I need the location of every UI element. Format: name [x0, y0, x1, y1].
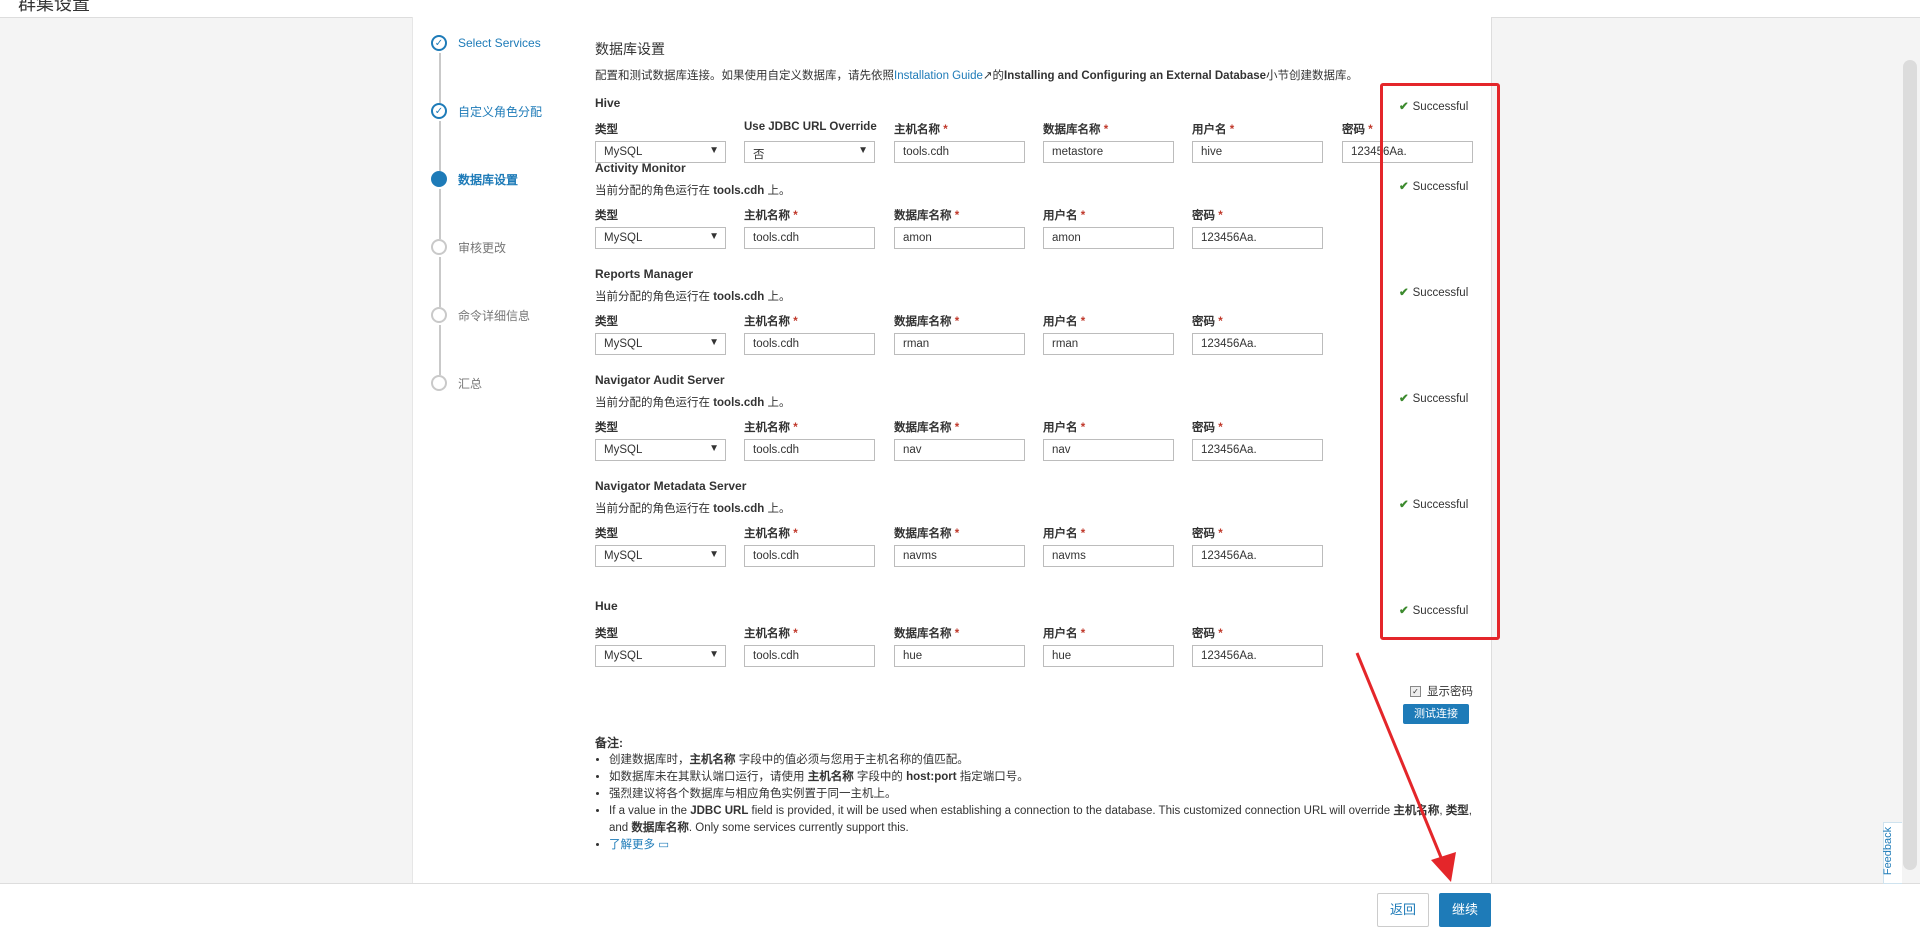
annotation-arrow — [1355, 652, 1456, 882]
annotation-arrow-line — [1355, 652, 1449, 873]
annotation-arrow-head-icon — [1431, 852, 1456, 882]
